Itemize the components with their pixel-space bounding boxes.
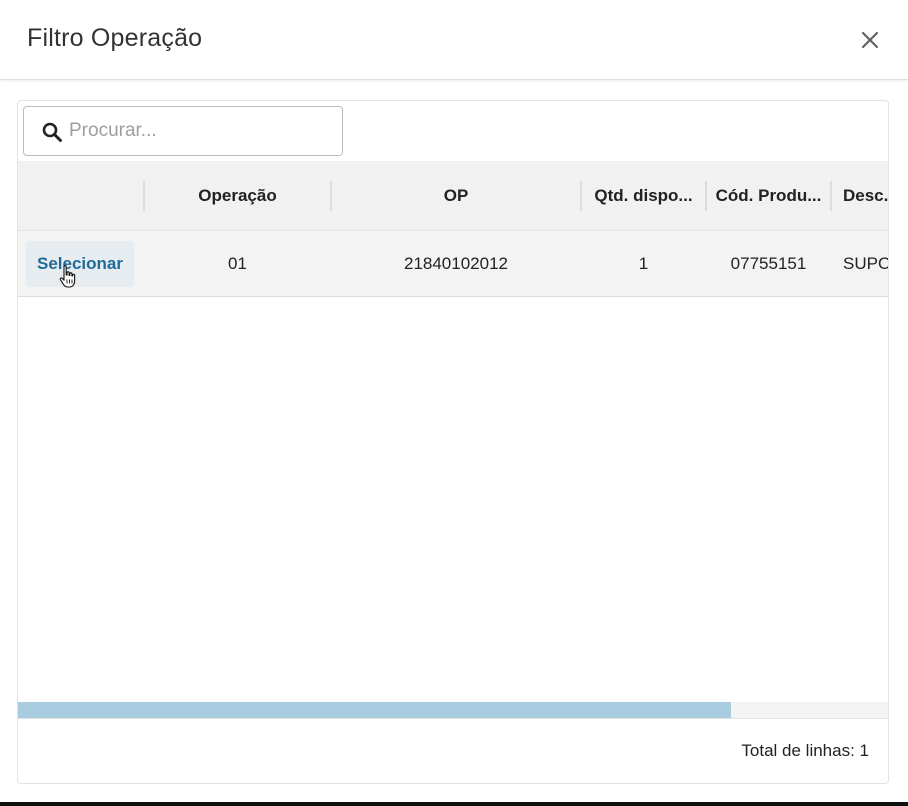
- close-button[interactable]: [856, 26, 884, 54]
- column-header-qtd-disponivel[interactable]: Qtd. dispo...: [582, 161, 705, 230]
- total-rows-label: Total de linhas: 1: [741, 741, 869, 760]
- table-row[interactable]: Selecionar 01 21840102012 1 07755151 SUP…: [18, 231, 888, 297]
- cell-descricao: SUPO: [843, 254, 889, 273]
- cell-qtd-disponivel: 1: [638, 254, 649, 273]
- dialog-header: Filtro Operação: [0, 0, 908, 80]
- column-header-op[interactable]: OP: [332, 161, 580, 230]
- close-icon[interactable]: [856, 26, 884, 54]
- column-header-action: [18, 161, 143, 230]
- cell-cod-produto: 07755151: [730, 254, 807, 273]
- column-header-descricao[interactable]: Desc.: [832, 161, 888, 230]
- search-icon: [42, 122, 62, 142]
- search-input[interactable]: [69, 116, 329, 146]
- cell-operacao: 01: [228, 254, 247, 273]
- cell-op: 21840102012: [403, 254, 508, 273]
- dialog-title: Filtro Operação: [27, 24, 203, 52]
- column-header-cod-produto[interactable]: Cód. Produ...: [707, 161, 830, 230]
- horizontal-scrollbar[interactable]: [18, 702, 888, 718]
- grid-panel: Operação OP Qtd. dispo... Cód. Produ... …: [17, 100, 889, 784]
- hand-cursor-icon: [59, 265, 76, 288]
- grid-footer: Total de linhas: 1: [18, 718, 888, 783]
- search-box[interactable]: [23, 106, 343, 156]
- column-header-operacao[interactable]: Operação: [145, 161, 330, 230]
- filter-dialog: Filtro Operação Operação OP Qtd. dispo..…: [0, 0, 908, 806]
- table-header-row: Operação OP Qtd. dispo... Cód. Produ... …: [18, 161, 888, 231]
- select-button[interactable]: Selecionar: [26, 241, 134, 287]
- horizontal-scrollbar-thumb[interactable]: [18, 702, 731, 718]
